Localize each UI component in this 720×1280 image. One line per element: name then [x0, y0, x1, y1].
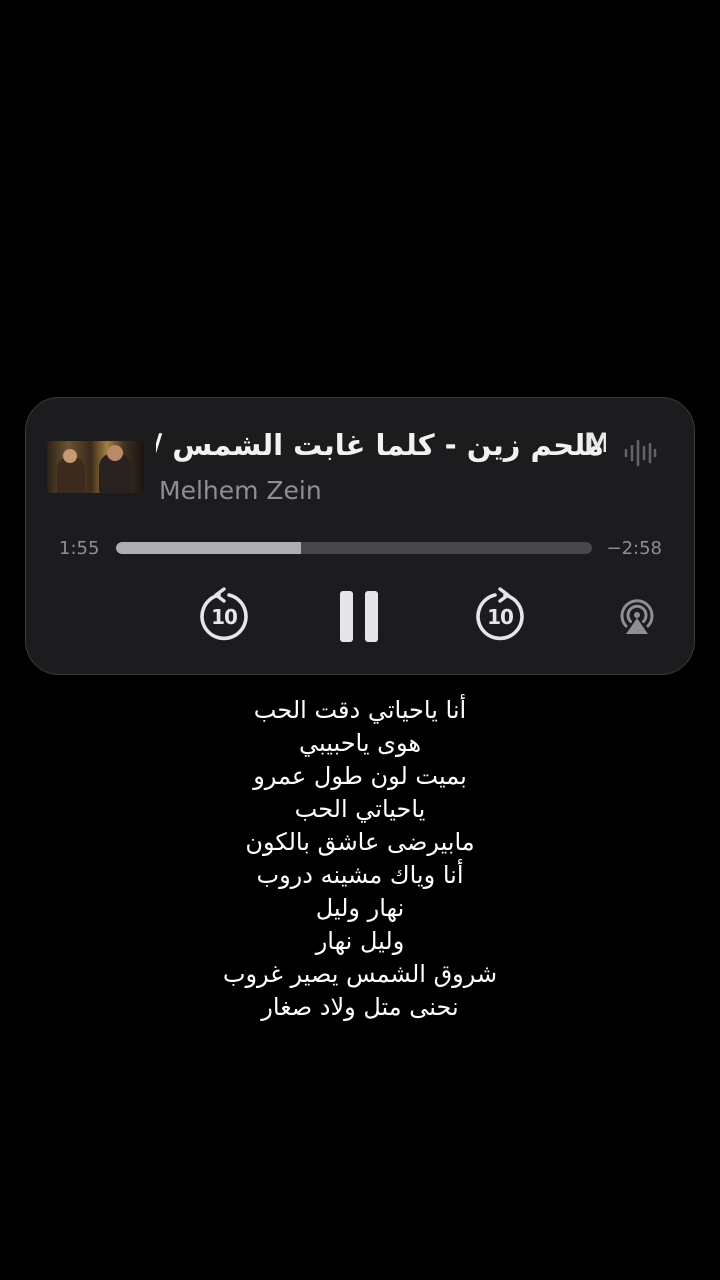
artwork-head-left [63, 449, 77, 463]
lyric-line: مابيرضى عاشق بالكون [245, 828, 475, 856]
track-title: ملحم زين - كلما غابت الشمس / [156, 428, 604, 462]
progress-fill [116, 542, 301, 554]
skip-forward-seconds: 10 [487, 605, 514, 629]
lyric-line: أنا وياك مشينه دروب [256, 861, 464, 889]
lyrics-text: أنا ياحياتي دقت الحب هوى ياحبيبي بميت لو… [0, 694, 720, 1024]
lyric-line: نهار وليل [315, 894, 405, 922]
airplay-button[interactable] [616, 596, 658, 638]
lyric-line: وليل نهار [315, 927, 405, 955]
progress-scrubber[interactable] [116, 542, 592, 554]
lyric-line: بميت لون طول عمرو [253, 762, 467, 790]
skip-back-seconds: 10 [211, 605, 238, 629]
track-title-overflow: M [584, 428, 606, 459]
album-artwork[interactable] [47, 441, 144, 493]
elapsed-time: 1:55 [59, 538, 100, 559]
skip-back-10-button[interactable]: 10 [196, 586, 252, 646]
pause-button[interactable] [336, 586, 384, 646]
lyric-line: هوى ياحبيبي [298, 729, 422, 757]
skip-forward-10-button[interactable]: 10 [472, 586, 528, 646]
waveform-icon [624, 439, 657, 467]
now-playing-card[interactable]: ملحم زين - كلما غابت الشمس / M Melhem Ze… [25, 397, 695, 675]
track-title-container: ملحم زين - كلما غابت الشمس / [156, 426, 604, 470]
airplay-audio-icon [620, 599, 654, 634]
lyric-line: ياحياتي الحب [294, 795, 426, 823]
pause-icon [340, 591, 378, 642]
artwork-head-right [107, 445, 123, 461]
lyric-line: شروق الشمس يصير غروب [222, 960, 498, 988]
lyric-line: أنا ياحياتي دقت الحب [253, 696, 467, 724]
remaining-time: −2:58 [606, 538, 662, 559]
lyric-line: نحنى متل ولاد صغار [261, 993, 459, 1021]
artist-name: Melhem Zein [159, 476, 322, 505]
